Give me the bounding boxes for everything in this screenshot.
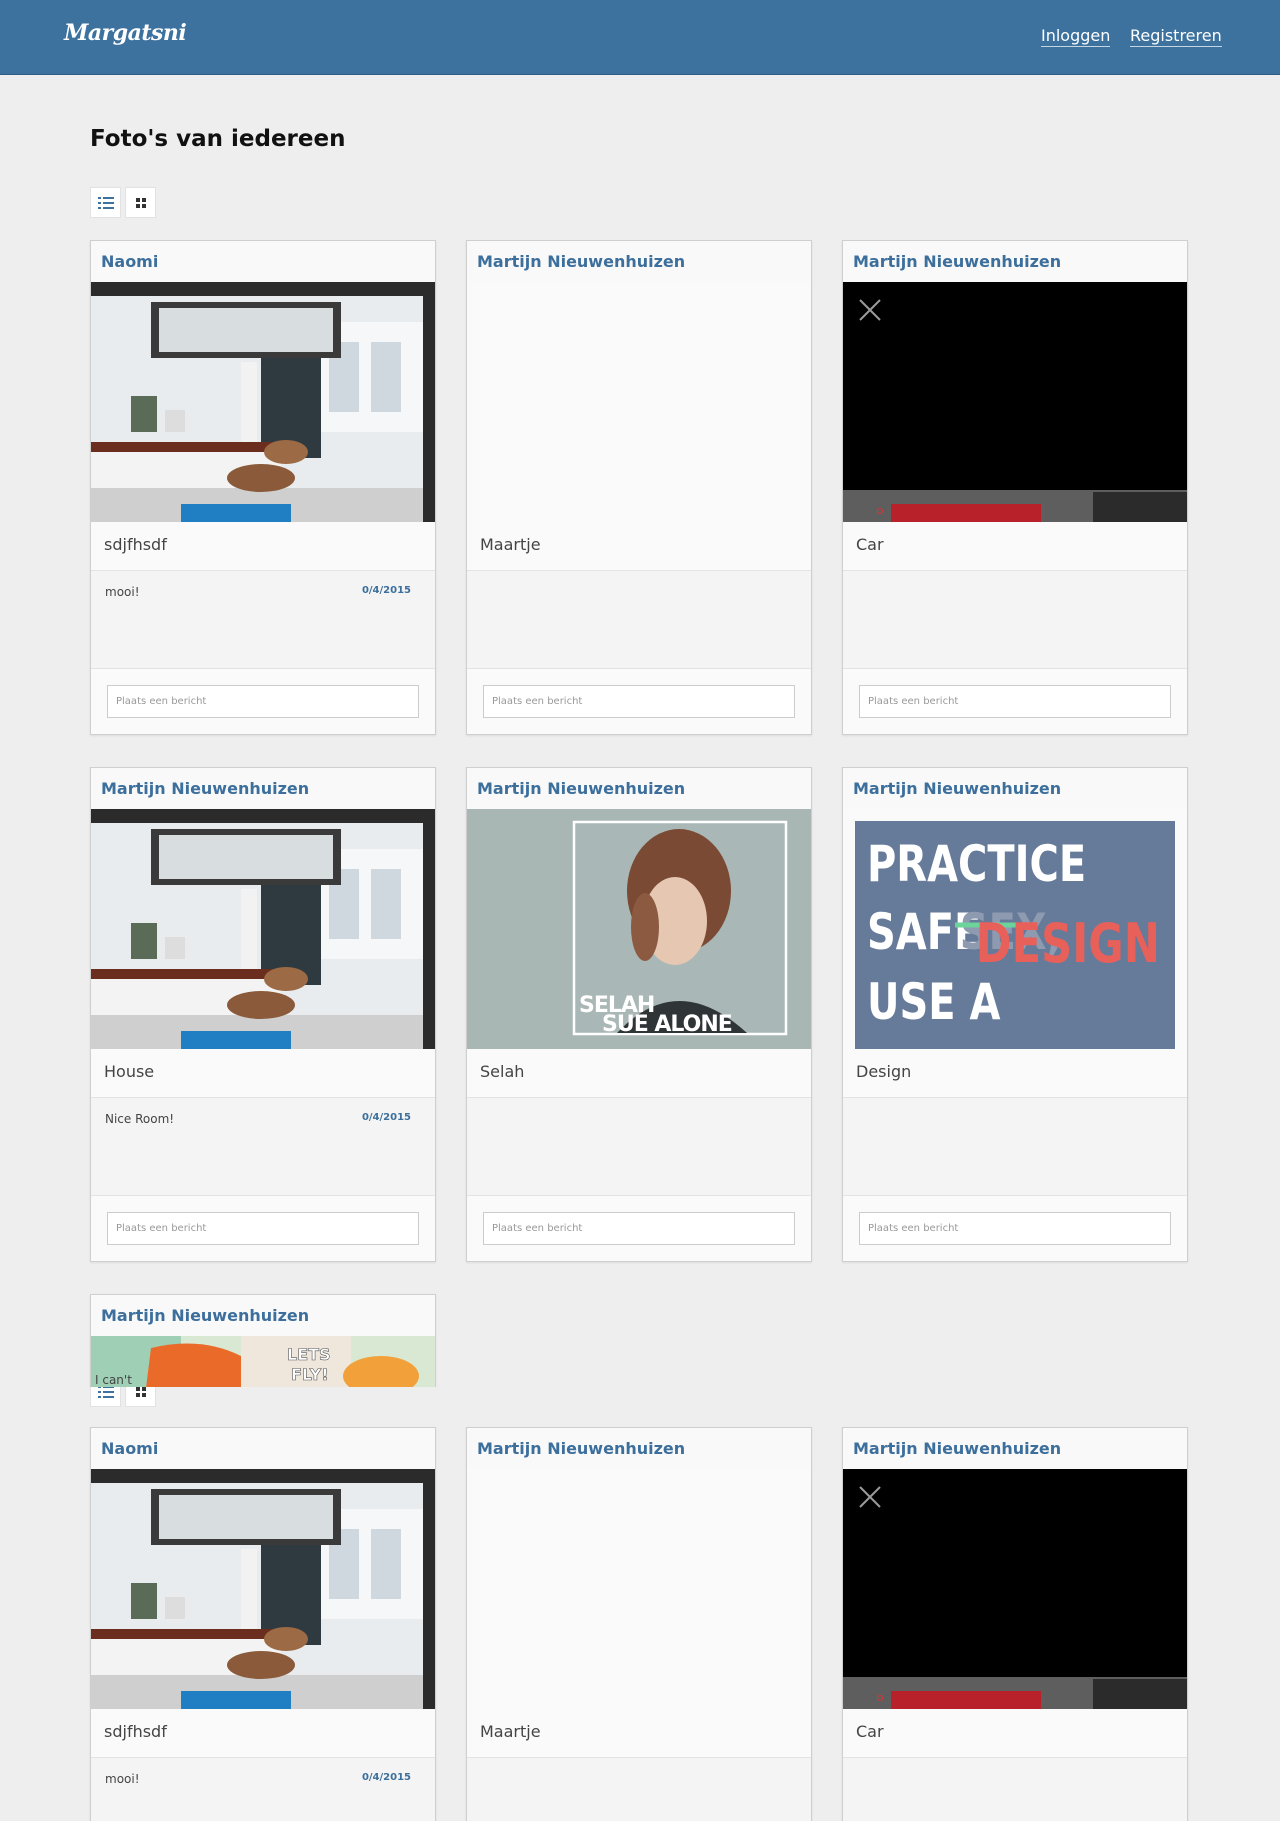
comment-list xyxy=(843,1098,1187,1196)
photo-card: Naomi sdjfhsdf xyxy=(90,1427,436,1821)
card-title: sdjfhsdf xyxy=(91,1709,435,1758)
comment-list xyxy=(843,1758,1187,1821)
card-title: Car xyxy=(843,1709,1187,1758)
card-image[interactable]: SELAH SUE ALONE xyxy=(467,809,811,1049)
card-author[interactable]: Martijn Nieuwenhuizen xyxy=(467,1428,811,1469)
grid-view-button[interactable] xyxy=(125,187,156,218)
grid-view-icon xyxy=(135,1387,146,1397)
feed-section-repeat: Naomi sdjfhsdf mooi! 0/4/2015 Martijn Ni… xyxy=(0,1387,1280,1821)
card-image[interactable] xyxy=(467,1469,811,1709)
card-image[interactable] xyxy=(843,1469,1187,1709)
photo-card: Martijn Nieuwenhuizen House Nice Room! 0… xyxy=(90,767,436,1262)
photo-card: Naomi sdjfhsdf xyxy=(90,240,436,735)
comment-input[interactable] xyxy=(483,1212,795,1245)
card-author[interactable]: Martijn Nieuwenhuizen xyxy=(91,1295,435,1336)
photo-card: Martijn Nieuwenhuizen LETS FLY! I can't xyxy=(90,1294,436,1387)
card-title: Car xyxy=(843,522,1187,571)
comment-list xyxy=(467,1758,811,1821)
comment-input[interactable] xyxy=(107,685,419,718)
card-footer xyxy=(467,669,811,734)
card-author[interactable]: Martijn Nieuwenhuizen xyxy=(467,241,811,282)
card-author[interactable]: Martijn Nieuwenhuizen xyxy=(843,241,1187,282)
selah-sue-album-cover: SELAH SUE ALONE xyxy=(467,809,811,1049)
card-author[interactable]: Martijn Nieuwenhuizen xyxy=(91,768,435,809)
card-image[interactable]: LETS FLY! I can't xyxy=(91,1336,435,1387)
interior-loft-photo xyxy=(91,809,435,1049)
photo-card: Martijn Nieuwenhuizen Car xyxy=(842,240,1188,735)
list-view-button[interactable] xyxy=(90,187,121,218)
comment-input[interactable] xyxy=(859,1212,1171,1245)
illustration-text-fly: FLY! xyxy=(291,1365,329,1384)
card-author[interactable]: Martijn Nieuwenhuizen xyxy=(843,768,1187,809)
practice-safe-design-poster: PRACTICE SAFE SEX, DESIGN USE A xyxy=(843,809,1187,1049)
card-image[interactable] xyxy=(91,1469,435,1709)
interior-loft-photo xyxy=(91,1469,435,1709)
card-image[interactable] xyxy=(843,282,1187,522)
comment-list xyxy=(467,571,811,669)
comment-input[interactable] xyxy=(483,685,795,718)
grid-view-button[interactable] xyxy=(125,1387,156,1407)
illustration-text-lets: LETS xyxy=(287,1345,331,1364)
photo-card: Martijn Nieuwenhuizen Maartje xyxy=(466,1427,812,1821)
comment-date: 0/4/2015 xyxy=(361,1772,411,1783)
comment-list: mooi! 0/4/2015 xyxy=(91,1758,435,1821)
card-image[interactable] xyxy=(467,282,811,522)
comment-list xyxy=(843,571,1187,669)
card-author[interactable]: Martijn Nieuwenhuizen xyxy=(843,1428,1187,1469)
video-with-close-icon xyxy=(843,282,1187,522)
card-image[interactable]: PRACTICE SAFE SEX, DESIGN USE A xyxy=(843,809,1187,1049)
card-image[interactable] xyxy=(91,282,435,522)
list-view-button[interactable] xyxy=(90,1387,121,1407)
illustration-text-icant: I can't xyxy=(95,1373,132,1387)
card-title: House xyxy=(91,1049,435,1098)
photo-card: Martijn Nieuwenhuizen PRACTICE SAFE SEX,… xyxy=(842,767,1188,1262)
comment-list xyxy=(467,1098,811,1196)
photo-card: Martijn Nieuwenhuizen SELAH SUE ALONE Se… xyxy=(466,767,812,1262)
card-footer xyxy=(843,669,1187,734)
card-title: Maartje xyxy=(467,1709,811,1758)
card-footer xyxy=(843,1196,1187,1261)
interior-loft-photo xyxy=(91,282,435,522)
colorful-illustration: LETS FLY! I can't xyxy=(91,1336,435,1387)
photo-card: Martijn Nieuwenhuizen Maartje xyxy=(466,240,812,735)
card-title: sdjfhsdf xyxy=(91,522,435,571)
card-title: Selah xyxy=(467,1049,811,1098)
card-author[interactable]: Martijn Nieuwenhuizen xyxy=(467,768,811,809)
cover-line-2: SUE ALONE xyxy=(602,1012,732,1037)
poster-line-design: DESIGN xyxy=(976,912,1160,975)
grid-view-icon xyxy=(135,197,146,208)
card-author[interactable]: Naomi xyxy=(91,1428,435,1469)
comment-date: 0/4/2015 xyxy=(361,1112,411,1123)
comment-input[interactable] xyxy=(859,685,1171,718)
photo-card: Martijn Nieuwenhuizen Car xyxy=(842,1427,1188,1821)
card-title: Maartje xyxy=(467,522,811,571)
card-footer xyxy=(91,1196,435,1261)
page-title: Foto's van iedereen xyxy=(90,126,346,152)
video-with-close-icon xyxy=(843,1469,1187,1709)
comment-list: mooi! 0/4/2015 xyxy=(91,571,435,669)
card-footer xyxy=(91,669,435,734)
comment-date: 0/4/2015 xyxy=(361,585,411,596)
feed-section: Foto's van iedereen Naomi sdjfhsdf mooi!… xyxy=(0,0,1280,1387)
card-author[interactable]: Naomi xyxy=(91,241,435,282)
poster-line-use-a: USE A xyxy=(867,973,1000,1032)
comment-input[interactable] xyxy=(107,1212,419,1245)
list-view-icon xyxy=(97,196,114,209)
card-title: Design xyxy=(843,1049,1187,1098)
poster-line-practice: PRACTICE xyxy=(867,835,1086,894)
card-image[interactable] xyxy=(91,809,435,1049)
comment-list: Nice Room! 0/4/2015 xyxy=(91,1098,435,1196)
list-view-icon xyxy=(97,1387,114,1398)
card-footer xyxy=(467,1196,811,1261)
